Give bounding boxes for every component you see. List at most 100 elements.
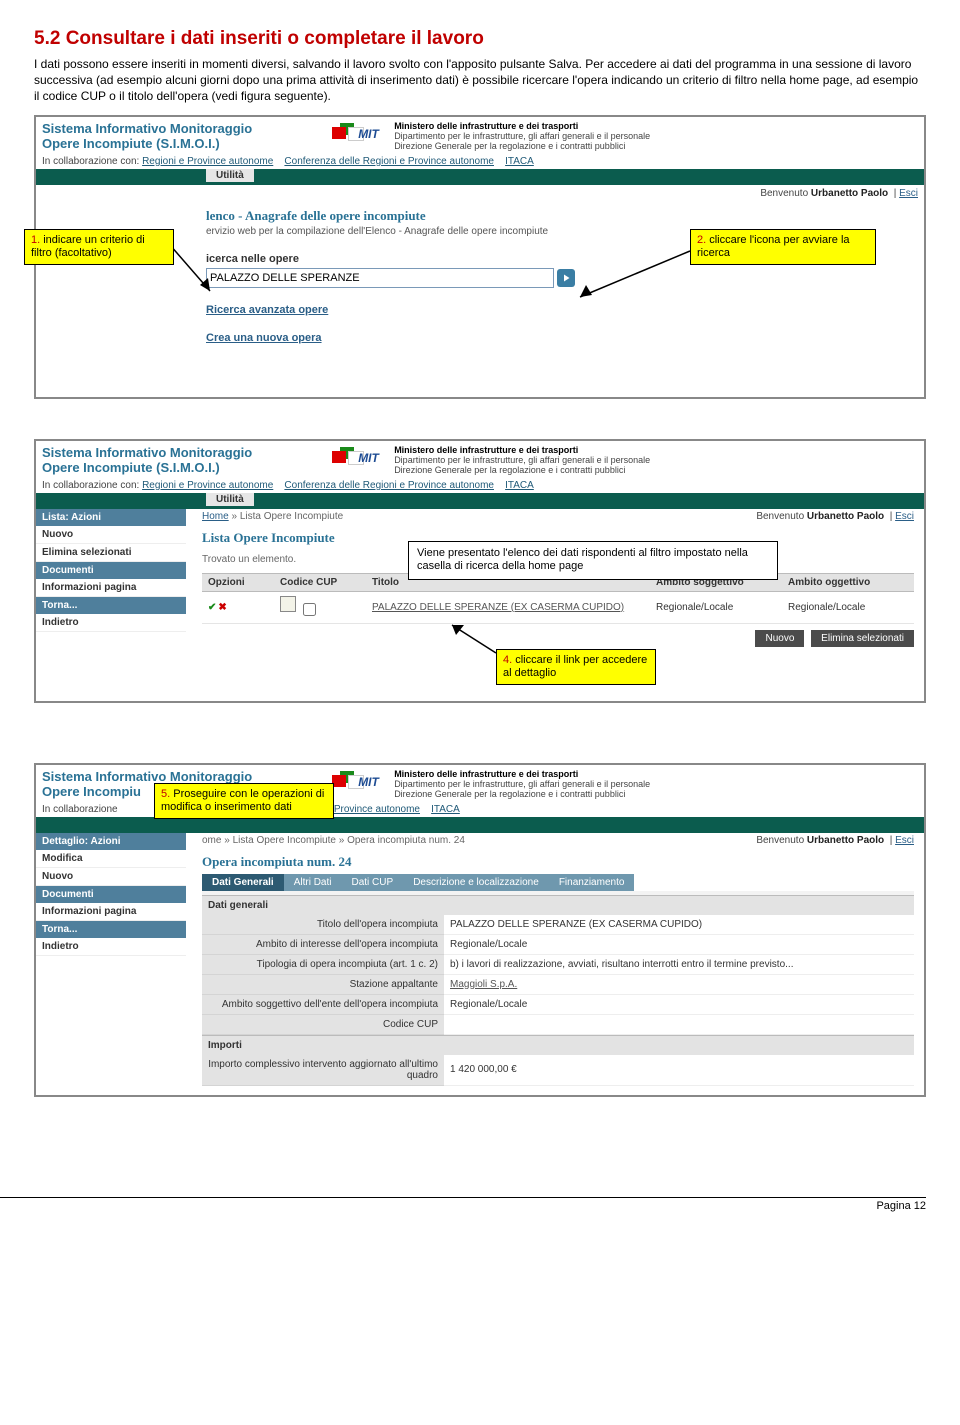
th-cup: Codice CUP [274,573,366,591]
sidebar-item-info[interactable]: Informazioni pagina [36,579,186,597]
callout-white: Viene presentato l'elenco dei dati rispo… [408,541,778,581]
sidebar-item-indietro[interactable]: Indietro [36,938,186,956]
detail-title: Opera incompiuta num. 24 [202,854,914,870]
sidebar-item-modifica[interactable]: Modifica [36,850,186,868]
ministry-text: Ministero delle infrastrutture e dei tra… [394,769,650,799]
screenshot-2: Sistema Informativo Monitoraggio Opere I… [34,439,926,703]
mit-logo-icon: MIT [332,445,388,471]
sidebar-item-nuovo[interactable]: Nuovo [36,868,186,886]
table-row: ✔✖ PALAZZO DELLE SPERANZE (EX CASERMA CU… [202,591,914,623]
search-go-icon[interactable] [557,269,575,287]
prop-value: PALAZZO DELLE SPERANZE (EX CASERMA CUPID… [444,915,914,935]
logout-link[interactable]: Esci [899,188,918,199]
sidebar-item-nuovo[interactable]: Nuovo [36,526,186,544]
tab-dati-cup[interactable]: Dati CUP [342,874,404,891]
logout-link[interactable]: Esci [895,511,914,522]
logout-link[interactable]: Esci [895,835,914,846]
callout-2: 2. cliccare l'icona per avviare la ricer… [690,229,876,265]
prop-value: Regionale/Locale [444,934,914,954]
app-title-line2: Opere Incompiute (S.I.M.O.I.) [42,136,252,152]
properties-table: Titolo dell'opera incompiutaPALAZZO DELL… [202,915,914,1035]
collab-link-regioni[interactable]: Regioni e Province autonome [142,480,273,491]
mit-logo-icon: MIT [332,121,388,147]
collab-link-itaca[interactable]: ITACA [505,480,534,491]
sidebar-header-torna: Torna... [36,921,186,938]
callout-1: 1. indicare un criterio di filtro (facol… [24,229,174,265]
results-table: Opzioni Codice CUP Titolo Ambito soggett… [202,573,914,624]
breadcrumb: Home » Lista Opere Incompiute [202,511,343,522]
intro-paragraph: I dati possono essere inseriti in moment… [34,56,926,105]
prop-value: b) i lavori di realizzazione, avviati, r… [444,954,914,974]
nav-utilita[interactable]: Utilità [206,493,254,506]
check-icon[interactable]: ✔ [208,602,216,613]
callout-5: 5. Proseguire con le operazioni di modif… [154,783,334,819]
sidebar-header-torna: Torna... [36,597,186,614]
breadcrumb: ome » Lista Opere Incompiute » Opera inc… [202,835,465,846]
navbar: Utilità [36,169,924,185]
collab-link-itaca[interactable]: ITACA [505,156,534,167]
sidebar-item-indietro[interactable]: Indietro [36,614,186,632]
sidebar-header-actions: Dettaglio: Azioni [36,833,186,850]
prop-value: Regionale/Locale [444,994,914,1014]
sidebar-item-info[interactable]: Informazioni pagina [36,903,186,921]
app-title-line1: Sistema Informativo Monitoraggio [42,445,252,461]
advanced-search-link[interactable]: Ricerca avanzata opere [206,304,914,316]
prop-value-link[interactable]: Maggioli S.p.A. [450,979,517,990]
elimina-button[interactable]: Elimina selezionati [811,630,914,647]
collab-link-itaca[interactable]: ITACA [431,804,460,815]
tab-dati-generali[interactable]: Dati Generali [202,874,284,891]
collaboration-line: In collaborazione con: Regioni e Provinc… [36,156,924,169]
user-line: Benvenuto Urbanetto Paolo | Esci [756,835,914,846]
breadcrumb-home[interactable]: Home [202,511,229,522]
app-title-line1: Sistema Informativo Monitoraggio [42,121,252,137]
collab-link-conferenza[interactable]: Conferenza delle Regioni e Province auto… [284,156,494,167]
section-dati-generali: Dati generali [202,895,914,915]
page-title: lenco - Anagrafe delle opere incompiute [206,208,914,224]
screenshot-3: Sistema Informativo Monitoraggio Opere I… [34,763,926,1097]
callout-4: 4. cliccare il link per accedere al dett… [496,649,656,685]
nav-utilita[interactable]: Utilità [206,169,254,182]
th-opzioni: Opzioni [202,573,274,591]
prop-label: Codice CUP [202,1014,444,1034]
tab-finanziamento[interactable]: Finanziamento [549,874,635,891]
th-ogg: Ambito oggettivo [782,573,914,591]
row-checkbox[interactable] [303,603,316,616]
prop-value: 1 420 000,00 € [444,1055,914,1086]
navbar: Utilità [36,493,924,509]
sidebar-header-docs: Documenti [36,886,186,903]
screenshot-1: Sistema Informativo Monitoraggio Opere I… [34,115,926,399]
row-ogg: Regionale/Locale [782,591,914,623]
row-title-link[interactable]: PALAZZO DELLE SPERANZE (EX CASERMA CUPID… [372,602,624,613]
collaboration-line: In collaborazione con: Regioni e Provinc… [36,480,924,493]
search-input[interactable] [206,268,554,288]
sidebar-header-docs: Documenti [36,562,186,579]
sidebar-header-actions: Lista: Azioni [36,509,186,526]
tab-altri-dati[interactable]: Altri Dati [284,874,342,891]
section-importi: Importi [202,1035,914,1055]
user-line: Benvenuto Urbanetto Paolo | Esci [36,185,924,202]
user-line: Benvenuto Urbanetto Paolo | Esci [756,511,914,522]
ministry-text: Ministero delle infrastrutture e dei tra… [394,121,650,151]
app-title-line2: Opere Incompiute (S.I.M.O.I.) [42,460,252,476]
nuovo-button[interactable]: Nuovo [755,630,804,647]
create-new-link[interactable]: Crea una nuova opera [206,332,914,344]
row-sogg: Regionale/Locale [650,591,782,623]
mit-logo-icon: MIT [332,769,388,795]
delete-icon[interactable]: ✖ [218,602,226,613]
prop-label: Ambito soggettivo dell'ente dell'opera i… [202,994,444,1014]
collab-link-conferenza[interactable]: Conferenza delle Regioni e Province auto… [284,480,494,491]
prop-label: Ambito di interesse dell'opera incompiut… [202,934,444,954]
sidebar-item-elimina[interactable]: Elimina selezionati [36,544,186,562]
prop-label: Tipologia di opera incompiuta (art. 1 c.… [202,954,444,974]
section-heading: 5.2 Consultare i dati inseriti o complet… [34,28,926,50]
prop-label: Stazione appaltante [202,974,444,994]
prop-label: Titolo dell'opera incompiuta [202,915,444,935]
collab-link-regioni[interactable]: Regioni e Province autonome [142,156,273,167]
navbar [36,817,924,833]
export-icon[interactable] [280,596,296,612]
ministry-text: Ministero delle infrastrutture e dei tra… [394,445,650,475]
prop-value [444,1014,914,1034]
page-footer: Pagina 12 [0,1197,926,1212]
prop-label: Importo complessivo intervento aggiornat… [202,1055,444,1086]
tab-descrizione[interactable]: Descrizione e localizzazione [403,874,549,891]
